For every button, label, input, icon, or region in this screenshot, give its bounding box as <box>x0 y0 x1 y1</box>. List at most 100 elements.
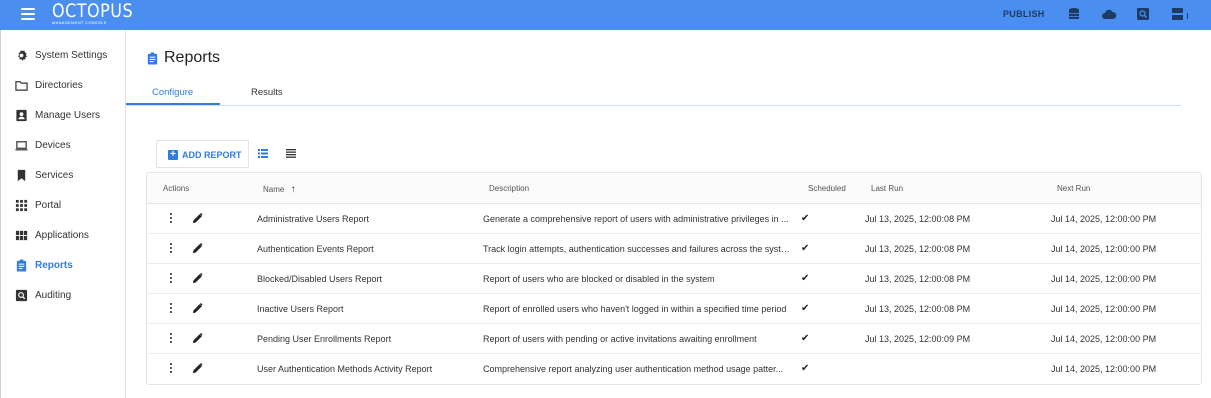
sidebar-item-portal[interactable]: Portal <box>1 195 126 217</box>
tab-bar: Configure Results <box>126 80 1181 106</box>
report-description: Report of enrolled users who haven't log… <box>483 304 787 314</box>
last-run-time: Jul 13, 2025, 12:00:08 PM <box>865 274 971 284</box>
edit-icon[interactable] <box>192 303 203 314</box>
sidebar-item-label: Portal <box>35 200 62 211</box>
page-title: Reports <box>164 49 221 66</box>
grid-dots-icon <box>15 199 28 212</box>
more-options-icon[interactable] <box>167 363 175 375</box>
edit-icon[interactable] <box>192 213 203 224</box>
sidebar-item-manage-users[interactable]: Manage Users <box>1 105 126 127</box>
report-name: Pending User Enrollments Report <box>257 334 392 344</box>
folder-icon <box>15 79 28 92</box>
apps-icon <box>15 229 28 242</box>
sidebar-item-label: Services <box>35 170 74 181</box>
gear-icon <box>15 49 28 62</box>
table-row[interactable]: Inactive Users Report Report of enrolled… <box>147 294 1201 324</box>
more-options-icon[interactable] <box>167 243 175 255</box>
column-header-description: Description <box>489 184 530 193</box>
menu-icon[interactable] <box>21 8 35 20</box>
clipboard-icon <box>15 259 28 272</box>
table-header: Actions Name ↑ Description Scheduled Las… <box>147 173 1201 204</box>
sidebar-item-label: Reports <box>35 260 73 271</box>
edit-icon[interactable] <box>192 273 203 284</box>
report-name: User Authentication Methods Activity Rep… <box>257 364 433 374</box>
sidebar-item-directories[interactable]: Directories <box>1 75 126 97</box>
edit-icon[interactable] <box>192 363 203 374</box>
column-header-name[interactable]: Name ↑ <box>263 184 296 195</box>
sidebar-item-label: System Settings <box>35 50 108 61</box>
more-options-icon[interactable] <box>167 273 175 285</box>
table-row[interactable]: User Authentication Methods Activity Rep… <box>147 354 1201 384</box>
server-settings-icon[interactable] <box>1171 7 1191 21</box>
reports-table: Actions Name ↑ Description Scheduled Las… <box>146 172 1202 385</box>
report-description: Track login attempts, authentication suc… <box>483 244 790 254</box>
plus-icon: + <box>168 150 178 160</box>
publish-button[interactable]: PUBLISH <box>1003 9 1045 19</box>
scheduled-check-icon: ✔ <box>801 303 810 314</box>
logo-title: OCTOPUS <box>52 0 134 22</box>
search-box-icon <box>15 289 28 302</box>
sidebar-item-applications[interactable]: Applications <box>1 225 126 247</box>
table-row[interactable]: Authentication Events Report Track login… <box>147 234 1201 264</box>
user-badge-icon <box>15 109 28 122</box>
next-run-time: Jul 14, 2025, 12:00:00 PM <box>1051 214 1157 224</box>
add-report-label: ADD REPORT <box>182 150 242 160</box>
sidebar-item-auditing[interactable]: Auditing <box>1 285 126 307</box>
edit-icon[interactable] <box>192 333 203 344</box>
last-run-time: Jul 13, 2025, 12:00:09 PM <box>865 334 971 344</box>
edit-icon[interactable] <box>192 243 203 254</box>
report-description: Comprehensive report analyzing user auth… <box>483 364 784 374</box>
active-tab-indicator <box>126 103 220 105</box>
database-icon[interactable] <box>1067 7 1081 21</box>
sidebar-item-label: Devices <box>35 140 71 151</box>
report-name: Inactive Users Report <box>257 304 344 314</box>
scheduled-check-icon: ✔ <box>801 273 810 284</box>
scheduled-check-icon: ✔ <box>801 363 810 374</box>
last-run-time: Jul 13, 2025, 12:00:08 PM <box>865 244 971 254</box>
more-options-icon[interactable] <box>167 213 175 225</box>
scheduled-check-icon: ✔ <box>801 213 810 224</box>
sidebar-item-devices[interactable]: Devices <box>1 135 126 157</box>
logo: OCTOPUS MANAGEMENT CONSOLE <box>52 0 134 25</box>
sidebar-item-reports[interactable]: Reports <box>1 255 126 277</box>
report-name: Administrative Users Report <box>257 214 370 224</box>
sidebar-item-system-settings[interactable]: System Settings <box>1 45 126 67</box>
more-options-icon[interactable] <box>167 303 175 315</box>
search-box-icon[interactable] <box>1136 7 1150 21</box>
bookmark-icon <box>15 169 28 182</box>
column-header-actions: Actions <box>163 184 190 193</box>
tab-configure[interactable]: Configure <box>152 87 193 98</box>
add-report-button[interactable]: + ADD REPORT <box>156 140 249 168</box>
report-description: Report of users who are blocked or disab… <box>483 274 715 284</box>
table-row[interactable]: Blocked/Disabled Users Report Report of … <box>147 264 1201 294</box>
sidebar: System Settings Directories Manage Users… <box>0 30 126 398</box>
scheduled-check-icon: ✔ <box>801 243 810 254</box>
compact-view-icon[interactable] <box>286 149 296 158</box>
sidebar-item-label: Auditing <box>35 290 72 301</box>
more-options-icon[interactable] <box>167 333 175 345</box>
sidebar-item-label: Manage Users <box>35 110 101 121</box>
table-row[interactable]: Administrative Users Report Generate a c… <box>147 204 1201 234</box>
sidebar-item-label: Applications <box>35 230 89 241</box>
top-bar: OCTOPUS MANAGEMENT CONSOLE PUBLISH <box>0 0 1211 30</box>
scheduled-check-icon: ✔ <box>801 333 810 344</box>
next-run-time: Jul 14, 2025, 12:00:00 PM <box>1051 364 1157 374</box>
sidebar-item-label: Directories <box>35 80 83 91</box>
sidebar-item-services[interactable]: Services <box>1 165 126 187</box>
next-run-time: Jul 14, 2025, 12:00:00 PM <box>1051 334 1157 344</box>
tab-results[interactable]: Results <box>251 87 283 98</box>
next-run-time: Jul 14, 2025, 12:00:00 PM <box>1051 274 1157 284</box>
table-row[interactable]: Pending User Enrollments Report Report o… <box>147 324 1201 354</box>
report-description: Generate a comprehensive report of users… <box>483 214 789 224</box>
column-header-name-label: Name <box>263 185 285 194</box>
last-run-time: Jul 13, 2025, 12:00:08 PM <box>865 214 971 224</box>
next-run-time: Jul 14, 2025, 12:00:00 PM <box>1051 244 1157 254</box>
report-name: Authentication Events Report <box>257 244 374 254</box>
last-run-time: Jul 13, 2025, 12:00:08 PM <box>865 304 971 314</box>
clipboard-icon <box>146 52 159 65</box>
laptop-icon <box>15 139 28 152</box>
report-description: Report of users with pending or active i… <box>483 334 757 344</box>
sort-ascending-icon[interactable]: ↑ <box>291 184 296 195</box>
list-view-icon[interactable] <box>258 149 268 158</box>
cloud-icon[interactable] <box>1101 7 1117 21</box>
